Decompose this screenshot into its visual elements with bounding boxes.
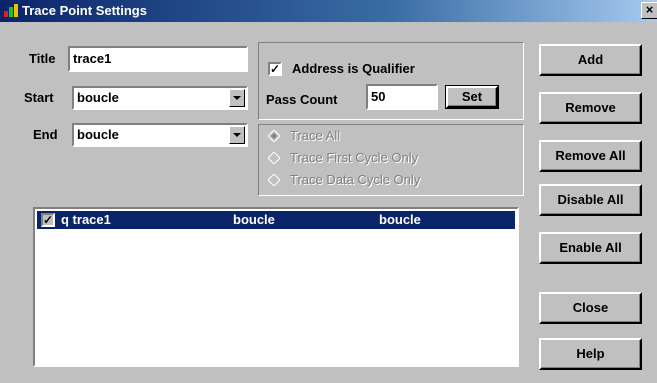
start-select[interactable]: boucle (72, 86, 248, 110)
app-icon (4, 4, 18, 17)
window-title: Trace Point Settings (22, 3, 147, 18)
row-end: boucle (379, 212, 421, 227)
chevron-down-icon[interactable] (229, 126, 245, 144)
trace-point-list[interactable]: ✓ q trace1 boucle boucle (33, 207, 519, 367)
pass-count-label: Pass Count (266, 92, 338, 107)
set-button[interactable]: Set (445, 85, 499, 109)
start-select-value: boucle (77, 90, 119, 105)
row-checkbox[interactable]: ✓ (41, 213, 55, 227)
disable-all-button[interactable]: Disable All (539, 184, 642, 216)
check-icon: ✓ (43, 213, 54, 227)
enable-all-button[interactable]: Enable All (539, 232, 642, 264)
list-item[interactable]: ✓ q trace1 boucle boucle (37, 211, 515, 229)
address-qualifier-checkbox[interactable]: ✓ (268, 62, 282, 76)
end-select-value: boucle (77, 127, 119, 142)
remove-all-button[interactable]: Remove All (539, 140, 642, 172)
row-start: boucle (233, 212, 275, 227)
radio-trace-data-cycle[interactable] (268, 174, 280, 186)
close-window-button[interactable]: × (641, 2, 657, 19)
trace-all-label: Trace All (290, 128, 341, 143)
trace-first-cycle-label: Trace First Cycle Only (290, 150, 419, 165)
title-input[interactable]: trace1 (68, 46, 248, 72)
end-label: End (33, 127, 58, 142)
address-qualifier-label: Address is Qualifier (292, 61, 415, 76)
title-label: Title (29, 51, 56, 66)
radio-trace-first-cycle[interactable] (268, 152, 280, 164)
start-label: Start (24, 90, 54, 105)
help-button[interactable]: Help (539, 338, 642, 370)
trace-data-cycle-label: Trace Data Cycle Only (290, 172, 421, 187)
close-button[interactable]: Close (539, 292, 642, 324)
title-bar[interactable]: Trace Point Settings × (0, 0, 657, 22)
pass-count-input[interactable]: 50 (366, 84, 438, 110)
chevron-down-icon[interactable] (229, 89, 245, 107)
radio-trace-all[interactable] (268, 130, 280, 142)
end-select[interactable]: boucle (72, 123, 248, 147)
row-name: q trace1 (61, 212, 111, 227)
remove-button[interactable]: Remove (539, 92, 642, 124)
close-icon: × (645, 2, 654, 17)
trace-point-settings-dialog: Trace Point Settings × Title trace1 Star… (0, 0, 657, 383)
check-icon: ✓ (270, 62, 281, 76)
add-button[interactable]: Add (539, 44, 642, 76)
